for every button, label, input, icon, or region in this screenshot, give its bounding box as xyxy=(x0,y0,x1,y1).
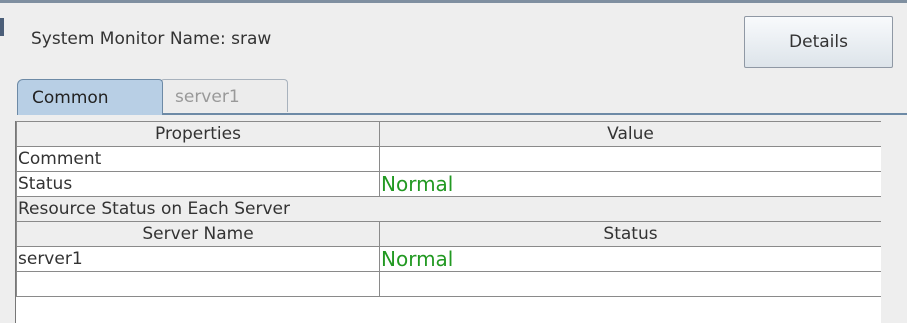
property-comment-label: Comment xyxy=(16,146,380,172)
tab-server1[interactable]: server1 xyxy=(160,79,288,112)
properties-header-row: Properties Value xyxy=(16,121,881,147)
server-status-cell: Normal xyxy=(379,246,881,272)
server-name-cell: server1 xyxy=(16,246,380,272)
system-monitor-properties-panel: System Monitor Name: sraw Details server… xyxy=(0,0,907,323)
server-header-row: Server Name Status xyxy=(16,221,881,247)
properties-table: Properties Value Comment Status Normal R… xyxy=(16,121,881,297)
column-header-status: Status xyxy=(379,221,881,247)
empty-cell xyxy=(16,271,380,297)
table-row[interactable]: server1 Normal xyxy=(16,246,881,272)
column-header-server-name: Server Name xyxy=(16,221,380,247)
section-row: Resource Status on Each Server xyxy=(16,196,881,222)
window-top-border xyxy=(0,0,907,3)
property-comment-value xyxy=(379,146,881,172)
empty-cell xyxy=(379,271,881,297)
tab-common[interactable]: Common xyxy=(17,79,163,115)
property-status-label: Status xyxy=(16,171,380,197)
column-header-value: Value xyxy=(379,121,881,147)
section-title-resource-status: Resource Status on Each Server xyxy=(16,196,881,222)
monitor-name-label: System Monitor Name: sraw xyxy=(31,29,272,49)
table-row[interactable]: Comment xyxy=(16,146,881,172)
empty-row xyxy=(16,271,881,297)
column-header-properties: Properties xyxy=(16,121,380,147)
details-button[interactable]: Details xyxy=(744,16,893,68)
table-row[interactable]: Status Normal xyxy=(16,171,881,197)
left-edge-marker xyxy=(0,18,4,36)
property-status-value: Normal xyxy=(379,171,881,197)
properties-table-container: Properties Value Comment Status Normal R… xyxy=(15,121,881,323)
